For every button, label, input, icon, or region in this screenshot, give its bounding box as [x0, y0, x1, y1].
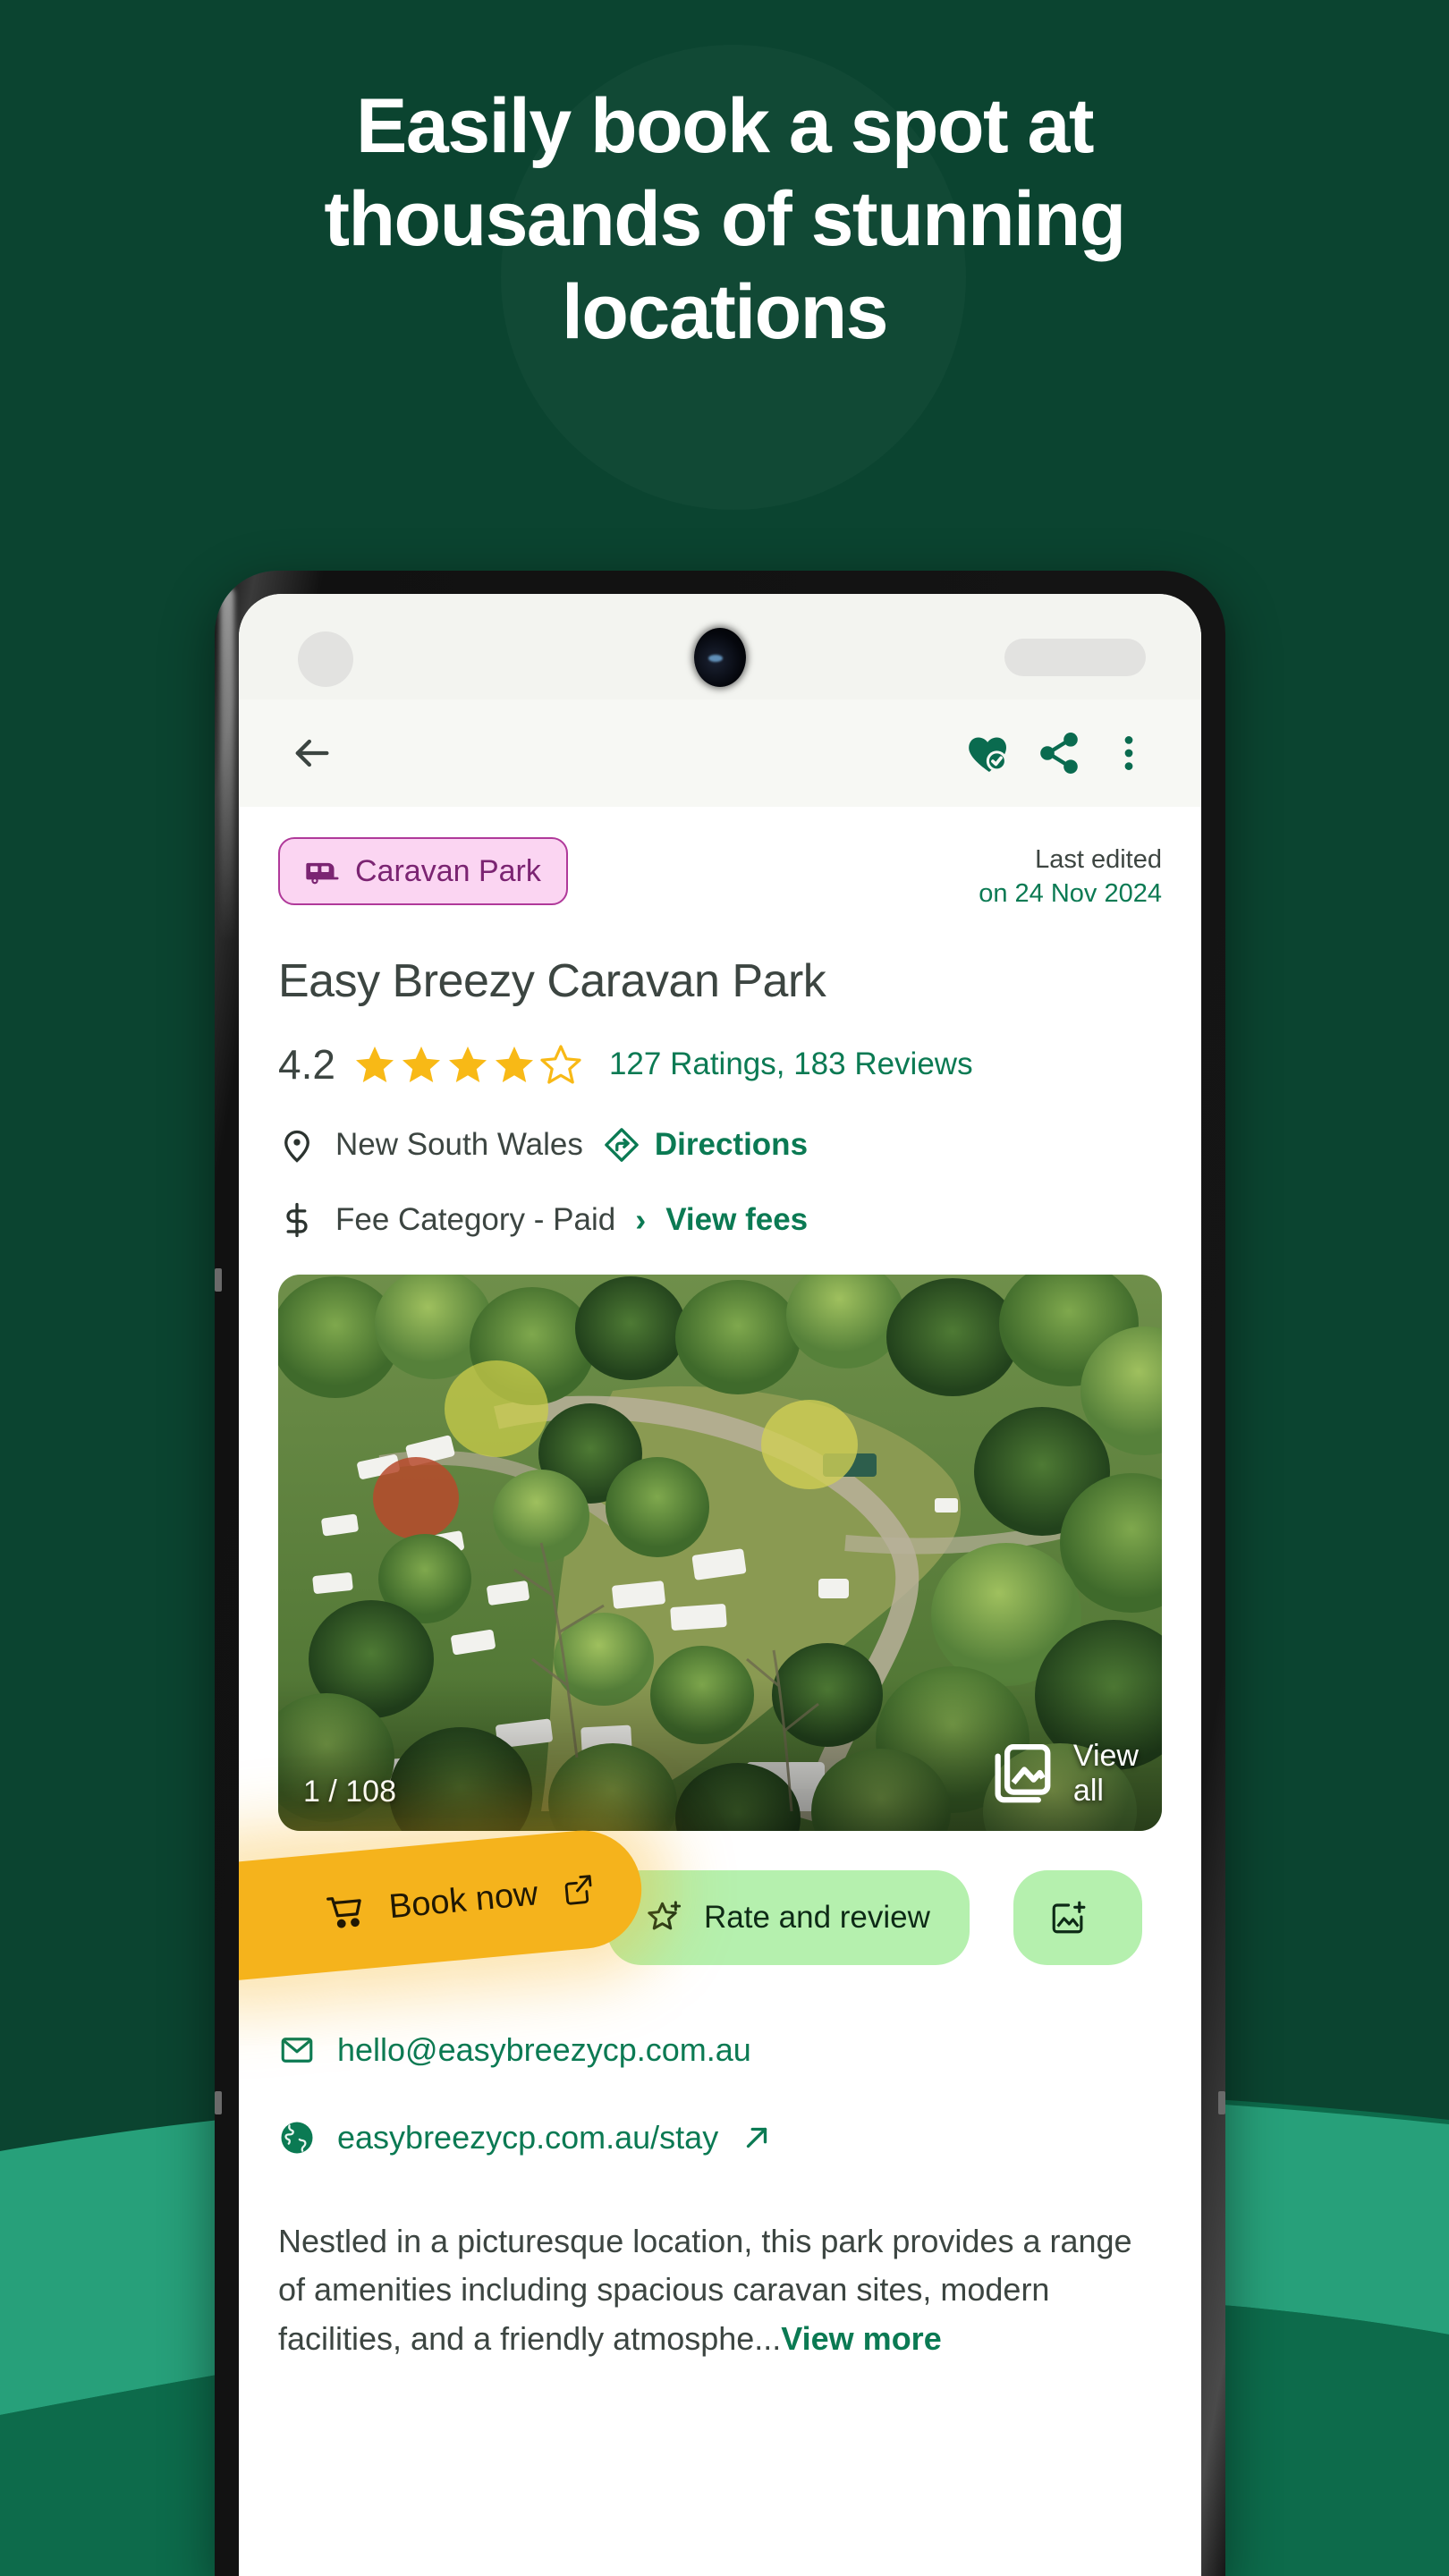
add-photo-button[interactable] — [1013, 1869, 1142, 1965]
star-outline-icon — [540, 1044, 581, 1084]
email-row[interactable]: hello@easybreezycp.com.au — [278, 2031, 1162, 2069]
heart-check-icon — [969, 737, 1007, 772]
view-all-label: View all — [1072, 1738, 1139, 1808]
status-left-pill — [298, 631, 353, 687]
app-bar — [239, 699, 1201, 807]
share-icon — [1040, 733, 1078, 774]
view-more-link[interactable]: View more — [781, 2320, 941, 2357]
caravan-icon — [306, 862, 339, 885]
website-row[interactable]: easybreezycp.com.au/stay — [278, 2119, 1162, 2157]
overflow-menu-button[interactable] — [1094, 718, 1164, 788]
headline-line-2: thousands of stunning — [324, 176, 1126, 262]
phone-side-button — [1218, 2091, 1225, 2114]
view-fees-link[interactable]: View fees — [665, 1202, 808, 1238]
phone-screen: Caravan Park Last edited on 24 Nov 2024 … — [239, 594, 1201, 2576]
share-button[interactable] — [1024, 718, 1094, 788]
book-now-button[interactable]: Book now — [239, 1825, 647, 1987]
star-filled-icon — [495, 1046, 533, 1082]
category-badge[interactable]: Caravan Park — [278, 837, 568, 905]
directions-icon — [605, 1127, 639, 1162]
headline-line-3: locations — [561, 269, 889, 355]
star-filled-icon — [402, 1046, 440, 1082]
last-edited-line2: on 24 Nov 2024 — [979, 879, 1162, 909]
front-camera-icon — [694, 628, 746, 687]
phone-power-button — [215, 2091, 222, 2114]
last-edited: Last edited on 24 Nov 2024 — [979, 837, 1162, 911]
shopping-cart-icon — [326, 1896, 361, 1928]
view-all-photos-button[interactable]: View all — [984, 1736, 1139, 1810]
location-row: New South Wales Directions — [278, 1126, 1162, 1164]
star-plus-icon — [648, 1900, 682, 1929]
rate-and-review-button[interactable]: Rate and review — [607, 1869, 970, 1965]
page-title: Easy Breezy Caravan Park — [278, 954, 826, 1007]
status-right-pill — [1004, 639, 1146, 676]
headline-line-1: Easily book a spot at — [356, 83, 1094, 169]
badge-and-lastedited-row: Caravan Park Last edited on 24 Nov 2024 — [278, 807, 1162, 911]
directions-label: Directions — [654, 1126, 809, 1162]
hero-headline: Easily book a spot at thousands of stunn… — [0, 88, 1449, 367]
last-edited-line1: Last edited — [1035, 845, 1162, 874]
overflow-menu-icon — [1124, 736, 1133, 770]
rating-stars — [353, 1043, 582, 1086]
fee-text: Fee Category - Paid — [335, 1201, 616, 1237]
rate-and-review-label: Rate and review — [704, 1899, 930, 1935]
add-photo-icon — [1052, 1901, 1086, 1933]
location-pin-icon — [284, 1130, 309, 1163]
status-bar — [239, 594, 1201, 699]
book-now-label: Book now — [387, 1874, 540, 1926]
description-text: Nestled in a picturesque location, this … — [278, 2222, 1132, 2357]
phone-mockup: Caravan Park Last edited on 24 Nov 2024 … — [215, 571, 1225, 2576]
location-text: New South Wales — [335, 1126, 583, 1162]
phone-bezel-glare — [220, 587, 234, 945]
listing-content: Caravan Park Last edited on 24 Nov 2024 … — [239, 807, 1201, 2364]
website-url: easybreezycp.com.au/stay — [337, 2118, 719, 2156]
fee-row: Fee Category - Paid › View fees — [278, 1201, 1162, 1239]
phone-volume-button — [215, 1268, 222, 1292]
arrow-up-right-icon — [747, 2127, 767, 2148]
chevron-right-icon: › — [635, 1200, 647, 1238]
back-button[interactable] — [276, 718, 346, 788]
photo-library-icon — [995, 1744, 1051, 1803]
back-arrow-icon — [295, 739, 329, 767]
globe-icon — [281, 2122, 313, 2154]
category-badge-label: Caravan Park — [355, 853, 541, 888]
promo-screenshot: Easily book a spot at thousands of stunn… — [0, 0, 1449, 2576]
email-address: hello@easybreezycp.com.au — [337, 2030, 751, 2068]
reviews-count: 127 Ratings, 183 Reviews — [608, 1046, 973, 1081]
listing-photo[interactable]: 1 / 108 View all — [278, 1274, 1162, 1831]
rating-row: 4.2 127 Ratings, 183 Reviews — [278, 1040, 1162, 1089]
directions-link[interactable]: Directions — [603, 1126, 808, 1164]
dollar-sign-icon — [286, 1202, 308, 1237]
favorite-button[interactable] — [954, 718, 1024, 788]
photo-counter: 1 / 108 — [303, 1774, 396, 1809]
email-icon — [281, 2037, 313, 2063]
star-filled-icon — [448, 1046, 487, 1082]
rating-score: 4.2 — [278, 1040, 335, 1088]
view-fees-label: View fees — [665, 1201, 809, 1237]
external-link-icon — [564, 1874, 592, 1905]
action-chips-row: Rate and review Book now — [239, 1825, 1162, 1987]
description: Nestled in a picturesque location, this … — [278, 2217, 1162, 2364]
star-filled-icon — [355, 1046, 394, 1082]
